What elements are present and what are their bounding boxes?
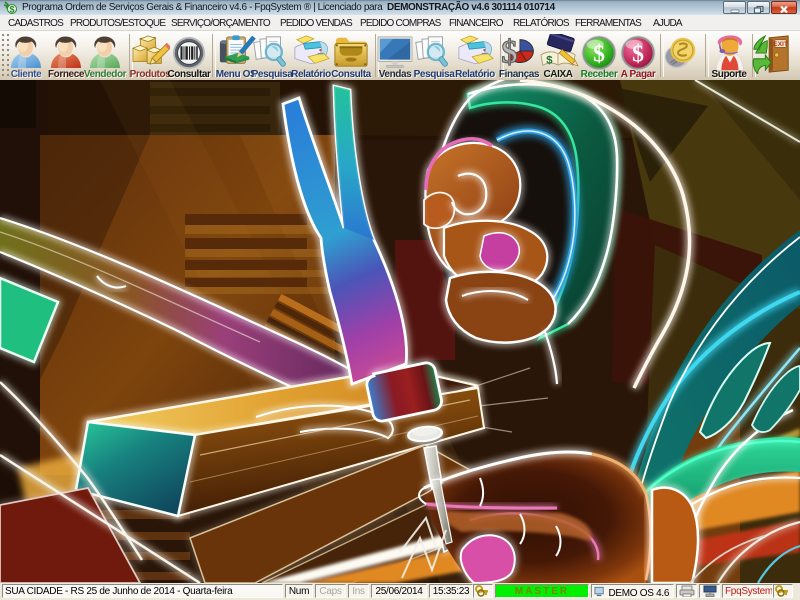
svg-text:$: $ [593, 42, 605, 68]
svg-text:$: $ [632, 42, 644, 68]
svg-text:EXIT: EXIT [773, 41, 788, 48]
svg-text:$: $ [501, 34, 517, 70]
svg-text:$: $ [9, 5, 14, 15]
svg-text:$: $ [546, 54, 553, 66]
